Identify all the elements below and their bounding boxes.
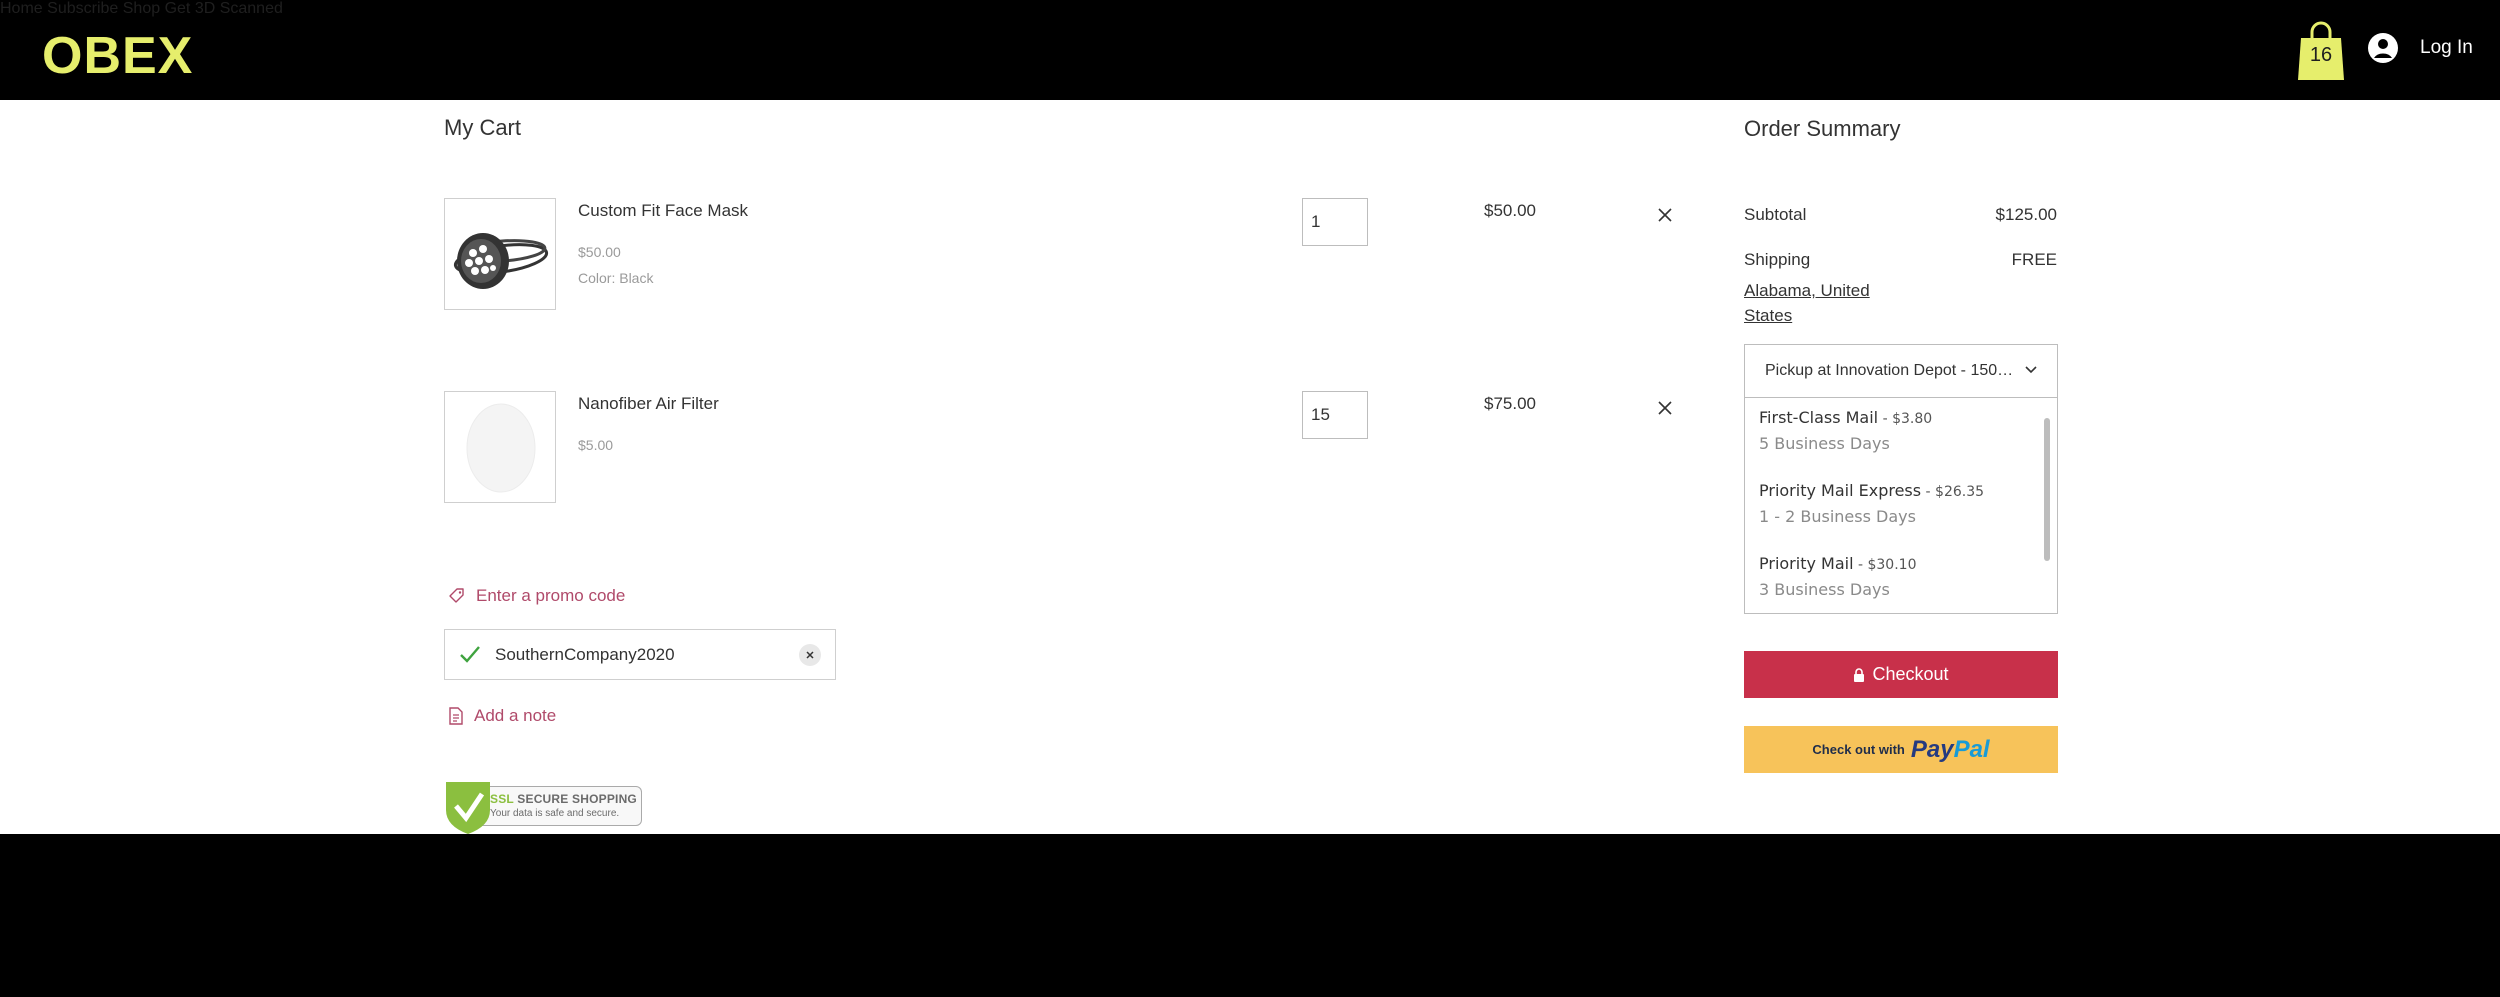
item-thumbnail-face-mask[interactable] [444,198,556,310]
add-note-link[interactable]: Add a note [448,706,556,726]
item-unit-price: $5.00 [578,437,614,453]
item-name[interactable]: Custom Fit Face Mask [578,201,748,221]
quantity-input[interactable] [1302,198,1368,246]
checkmark-icon [460,646,480,663]
cart-page: My Cart Custom Fit Face Mask $50.00 Colo… [0,100,2500,834]
promo-code-value: SouthernCompany2020 [495,645,675,664]
cart-count-badge: 16 [2309,44,2333,66]
item-line-total: $50.00 [1484,201,1536,220]
close-icon [806,651,814,659]
paypal-prefix: Check out with [1812,742,1905,757]
shipping-option-name: First-Class Mail [1759,408,1879,427]
cart-title: My Cart [444,115,521,140]
site-header: OBEX Home Subscribe Shop Get 3D Scanned … [0,0,2500,100]
item-name[interactable]: Nanofiber Air Filter [578,394,719,414]
paypal-checkout-button[interactable]: Check out with PayPal [1744,726,2058,773]
subtotal-value: $125.00 [1995,205,2057,224]
promo-link-label: Enter a promo code [476,586,626,605]
shipping-list-scrollbar[interactable] [2044,418,2050,561]
nav-home[interactable]: Home [0,0,43,17]
shipping-option-days: 5 Business Days [1759,434,1890,453]
checkout-label: Checkout [1872,664,1949,684]
subtotal-label: Subtotal [1744,205,1807,224]
note-link-label: Add a note [474,706,557,725]
nav-get-3d-scanned[interactable]: Get 3D Scanned [165,0,283,17]
enter-promo-code-link[interactable]: Enter a promo code [448,586,625,606]
remove-promo-button[interactable] [799,644,821,666]
nav-shop[interactable]: Shop [123,0,160,17]
item-thumbnail-air-filter[interactable] [444,391,556,503]
remove-item-icon[interactable] [1654,397,1676,419]
shipping-value: FREE [2011,250,2057,269]
shipping-option-price: - $30.10 [1853,557,1917,573]
shipping-option-priority-express[interactable]: Priority Mail Express - $26.35 1 - 2 Bus… [1759,481,1984,526]
shipping-option-name: Priority Mail [1759,554,1854,573]
paypal-logo: PayPal [1910,735,1990,763]
ssl-badge-box: SSL SECURE SHOPPING Your data is safe an… [478,786,642,826]
main-nav: Home Subscribe Shop Get 3D Scanned [0,0,2500,18]
ssl-secure-badge: SSL SECURE SHOPPING Your data is safe an… [444,780,642,834]
cart-bag-button[interactable]: 16 [2297,20,2345,80]
nav-subscribe[interactable]: Subscribe [47,0,118,17]
shipping-option-name: Priority Mail Express [1759,481,1922,500]
shipping-option-price: - $26.35 [1921,484,1985,500]
login-button[interactable]: Log In [2368,33,2473,63]
user-avatar-icon [2368,33,2398,63]
chevron-down-icon [2025,366,2037,374]
face-mask-image [453,233,549,289]
order-summary-title: Order Summary [1744,116,1901,141]
applied-promo-code: SouthernCompany2020 [444,629,836,680]
shipping-location-link[interactable]: Alabama, United States [1744,278,1904,328]
site-logo[interactable]: OBEX [42,26,193,86]
shipping-method-dropdown[interactable]: Pickup at Innovation Depot - 1500 1st Av… [1744,344,2058,398]
checkout-button[interactable]: Checkout [1744,651,2058,698]
shipping-option-price: - $3.80 [1878,411,1933,427]
item-line-total: $75.00 [1484,394,1536,413]
lock-icon [1854,667,1865,682]
note-icon [449,707,463,725]
shipping-options-list: First-Class Mail - $3.80 5 Business Days… [1744,398,2058,614]
item-unit-price: $50.00 [578,244,621,260]
shipping-option-first-class[interactable]: First-Class Mail - $3.80 5 Business Days [1759,408,1932,453]
remove-item-icon[interactable] [1654,204,1676,226]
item-option: Color: Black [578,270,654,286]
shipping-option-priority-mail[interactable]: Priority Mail - $30.10 3 Business Days [1759,554,1916,599]
quantity-input[interactable] [1302,391,1368,439]
tag-icon [449,588,464,603]
ssl-badge-title: SSL SECURE SHOPPING [490,792,637,806]
shipping-option-days: 3 Business Days [1759,580,1890,599]
air-filter-image [466,403,536,493]
shipping-label: Shipping [1744,250,1811,269]
shipping-option-days: 1 - 2 Business Days [1759,507,1916,526]
shield-check-icon [446,782,490,834]
selected-shipping-method: Pickup at Innovation Depot - 1500 1st Av… [1765,362,2017,379]
login-label: Log In [2420,37,2473,58]
ssl-badge-subtitle: Your data is safe and secure. [490,808,620,819]
